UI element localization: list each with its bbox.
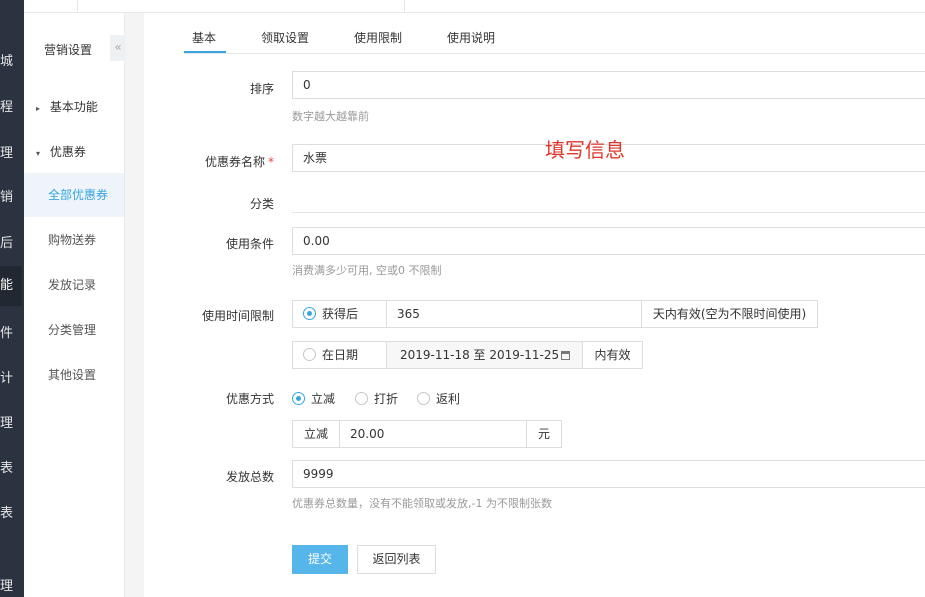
top-divider [77,0,78,12]
annotation-text: 填写信息 [545,138,625,162]
sidebar-item-issue-records[interactable]: 发放记录 [24,263,124,307]
radio-label: 打折 [374,392,399,406]
calendar-icon [561,351,571,360]
marketing-sidebar: 营销设置 « ▸ 基本功能 ▾ 优惠券 全部优惠券 购物送券 发放记录 分类管理… [24,13,126,597]
sidebar-group-basic[interactable]: ▸ 基本功能 [36,98,98,115]
rail-item-6[interactable]: 能 [0,266,22,306]
radio-instant-reduce[interactable]: 立减 [292,390,335,407]
sidebar-item-category-manage[interactable]: 分类管理 [24,308,124,352]
time-limit-label: 使用时间限制 [201,309,274,323]
rail-item-2[interactable]: 程 [0,96,22,115]
rail-item-5[interactable]: 后 [0,232,22,251]
radio-selected-icon [292,392,305,405]
radio-unselected-icon [417,392,430,405]
sidebar-title: 营销设置 [44,43,93,57]
radio-unselected-icon [303,348,316,361]
category-label: 分类 [249,197,274,211]
top-bar [24,0,925,13]
radio-after-label: 获得后 [322,307,359,321]
date-range-suffix: 内有效 [582,341,643,369]
tab-bar: 基本 领取设置 使用限制 使用说明 [184,13,925,54]
condition-label: 使用条件 [225,237,274,251]
submit-button[interactable]: 提交 [292,545,348,574]
radio-percent-discount[interactable]: 打折 [355,390,398,407]
rail-item-3[interactable]: 理 [0,142,22,161]
radio-after-acquire[interactable]: 获得后 [292,300,387,328]
tab-usage-limits[interactable]: 使用限制 [354,29,402,46]
main-nav-rail: 城 程 理 销 后 能 件 计 理 表 表 理 [0,0,24,597]
coupon-name-label: 优惠券名称 * [144,153,274,170]
total-label: 发放总数 [225,470,274,484]
tab-basic[interactable]: 基本 [192,29,216,46]
radio-label: 立减 [311,392,336,406]
rail-item-1[interactable]: 城 [0,50,22,69]
radio-date-label: 在日期 [322,348,359,362]
top-divider [404,0,405,12]
caret-right-icon: ▸ [36,104,41,113]
date-range-picker[interactable]: 2019-11-18 至 2019-11-25 [386,341,583,369]
sidebar-group-label: 优惠券 [49,145,86,159]
discount-prefix: 立减 [292,420,340,448]
coupon-edit-panel: 基本 领取设置 使用限制 使用说明 排序 0 数字越大越靠前 优惠券名称 * 水票… [144,13,925,597]
date-range-value: 2019-11-18 至 2019-11-25 [400,348,560,362]
sidebar-group-coupon[interactable]: ▾ 优惠券 [36,143,86,160]
sidebar-item-all-coupons[interactable]: 全部优惠券 [24,173,124,217]
valid-days-suffix: 天内有效(空为不限时间使用) [641,300,818,328]
rail-item-7[interactable]: 件 [0,322,22,341]
tab-receive-settings[interactable]: 领取设置 [261,29,309,46]
radio-on-date[interactable]: 在日期 [292,341,387,369]
collapse-sidebar-button[interactable]: « [110,35,126,61]
sidebar-group-label: 基本功能 [49,100,98,114]
sort-input[interactable]: 0 [292,71,925,99]
rail-item-9[interactable]: 理 [0,412,22,431]
discount-unit: 元 [526,420,562,448]
back-to-list-button[interactable]: 返回列表 [357,545,436,574]
discount-amount-input[interactable]: 20.00 [339,420,527,448]
sidebar-item-other-settings[interactable]: 其他设置 [24,353,124,397]
condition-help: 消费满多少可用, 空或0 不限制 [292,264,442,277]
rail-item-4[interactable]: 销 [0,186,22,205]
discount-label: 优惠方式 [225,392,274,406]
radio-selected-icon [303,307,316,320]
sort-label: 排序 [249,82,274,96]
rail-item-8[interactable]: 计 [0,367,22,386]
sort-help: 数字越大越靠前 [292,110,369,123]
coupon-name-label-text: 优惠券名称 [204,155,265,169]
rail-item-10[interactable]: 表 [0,457,22,476]
category-select[interactable] [292,212,925,213]
radio-unselected-icon [355,392,368,405]
rail-item-12[interactable]: 理 [0,575,22,594]
valid-days-input[interactable]: 365 [386,300,642,328]
required-mark: * [268,155,274,169]
active-tab-indicator [184,51,226,53]
sidebar-item-purchase-coupon[interactable]: 购物送券 [24,218,124,262]
radio-label: 返利 [436,392,461,406]
caret-down-icon: ▾ [36,149,41,158]
content-gutter [126,13,144,597]
rail-item-11[interactable]: 表 [0,502,22,521]
condition-input[interactable]: 0.00 [292,227,925,255]
radio-rebate[interactable]: 返利 [417,390,460,407]
total-input[interactable]: 9999 [292,460,925,488]
tab-usage-notes[interactable]: 使用说明 [447,29,495,46]
total-help: 优惠券总数量，没有不能领取或发放,-1 为不限制张数 [292,497,552,510]
